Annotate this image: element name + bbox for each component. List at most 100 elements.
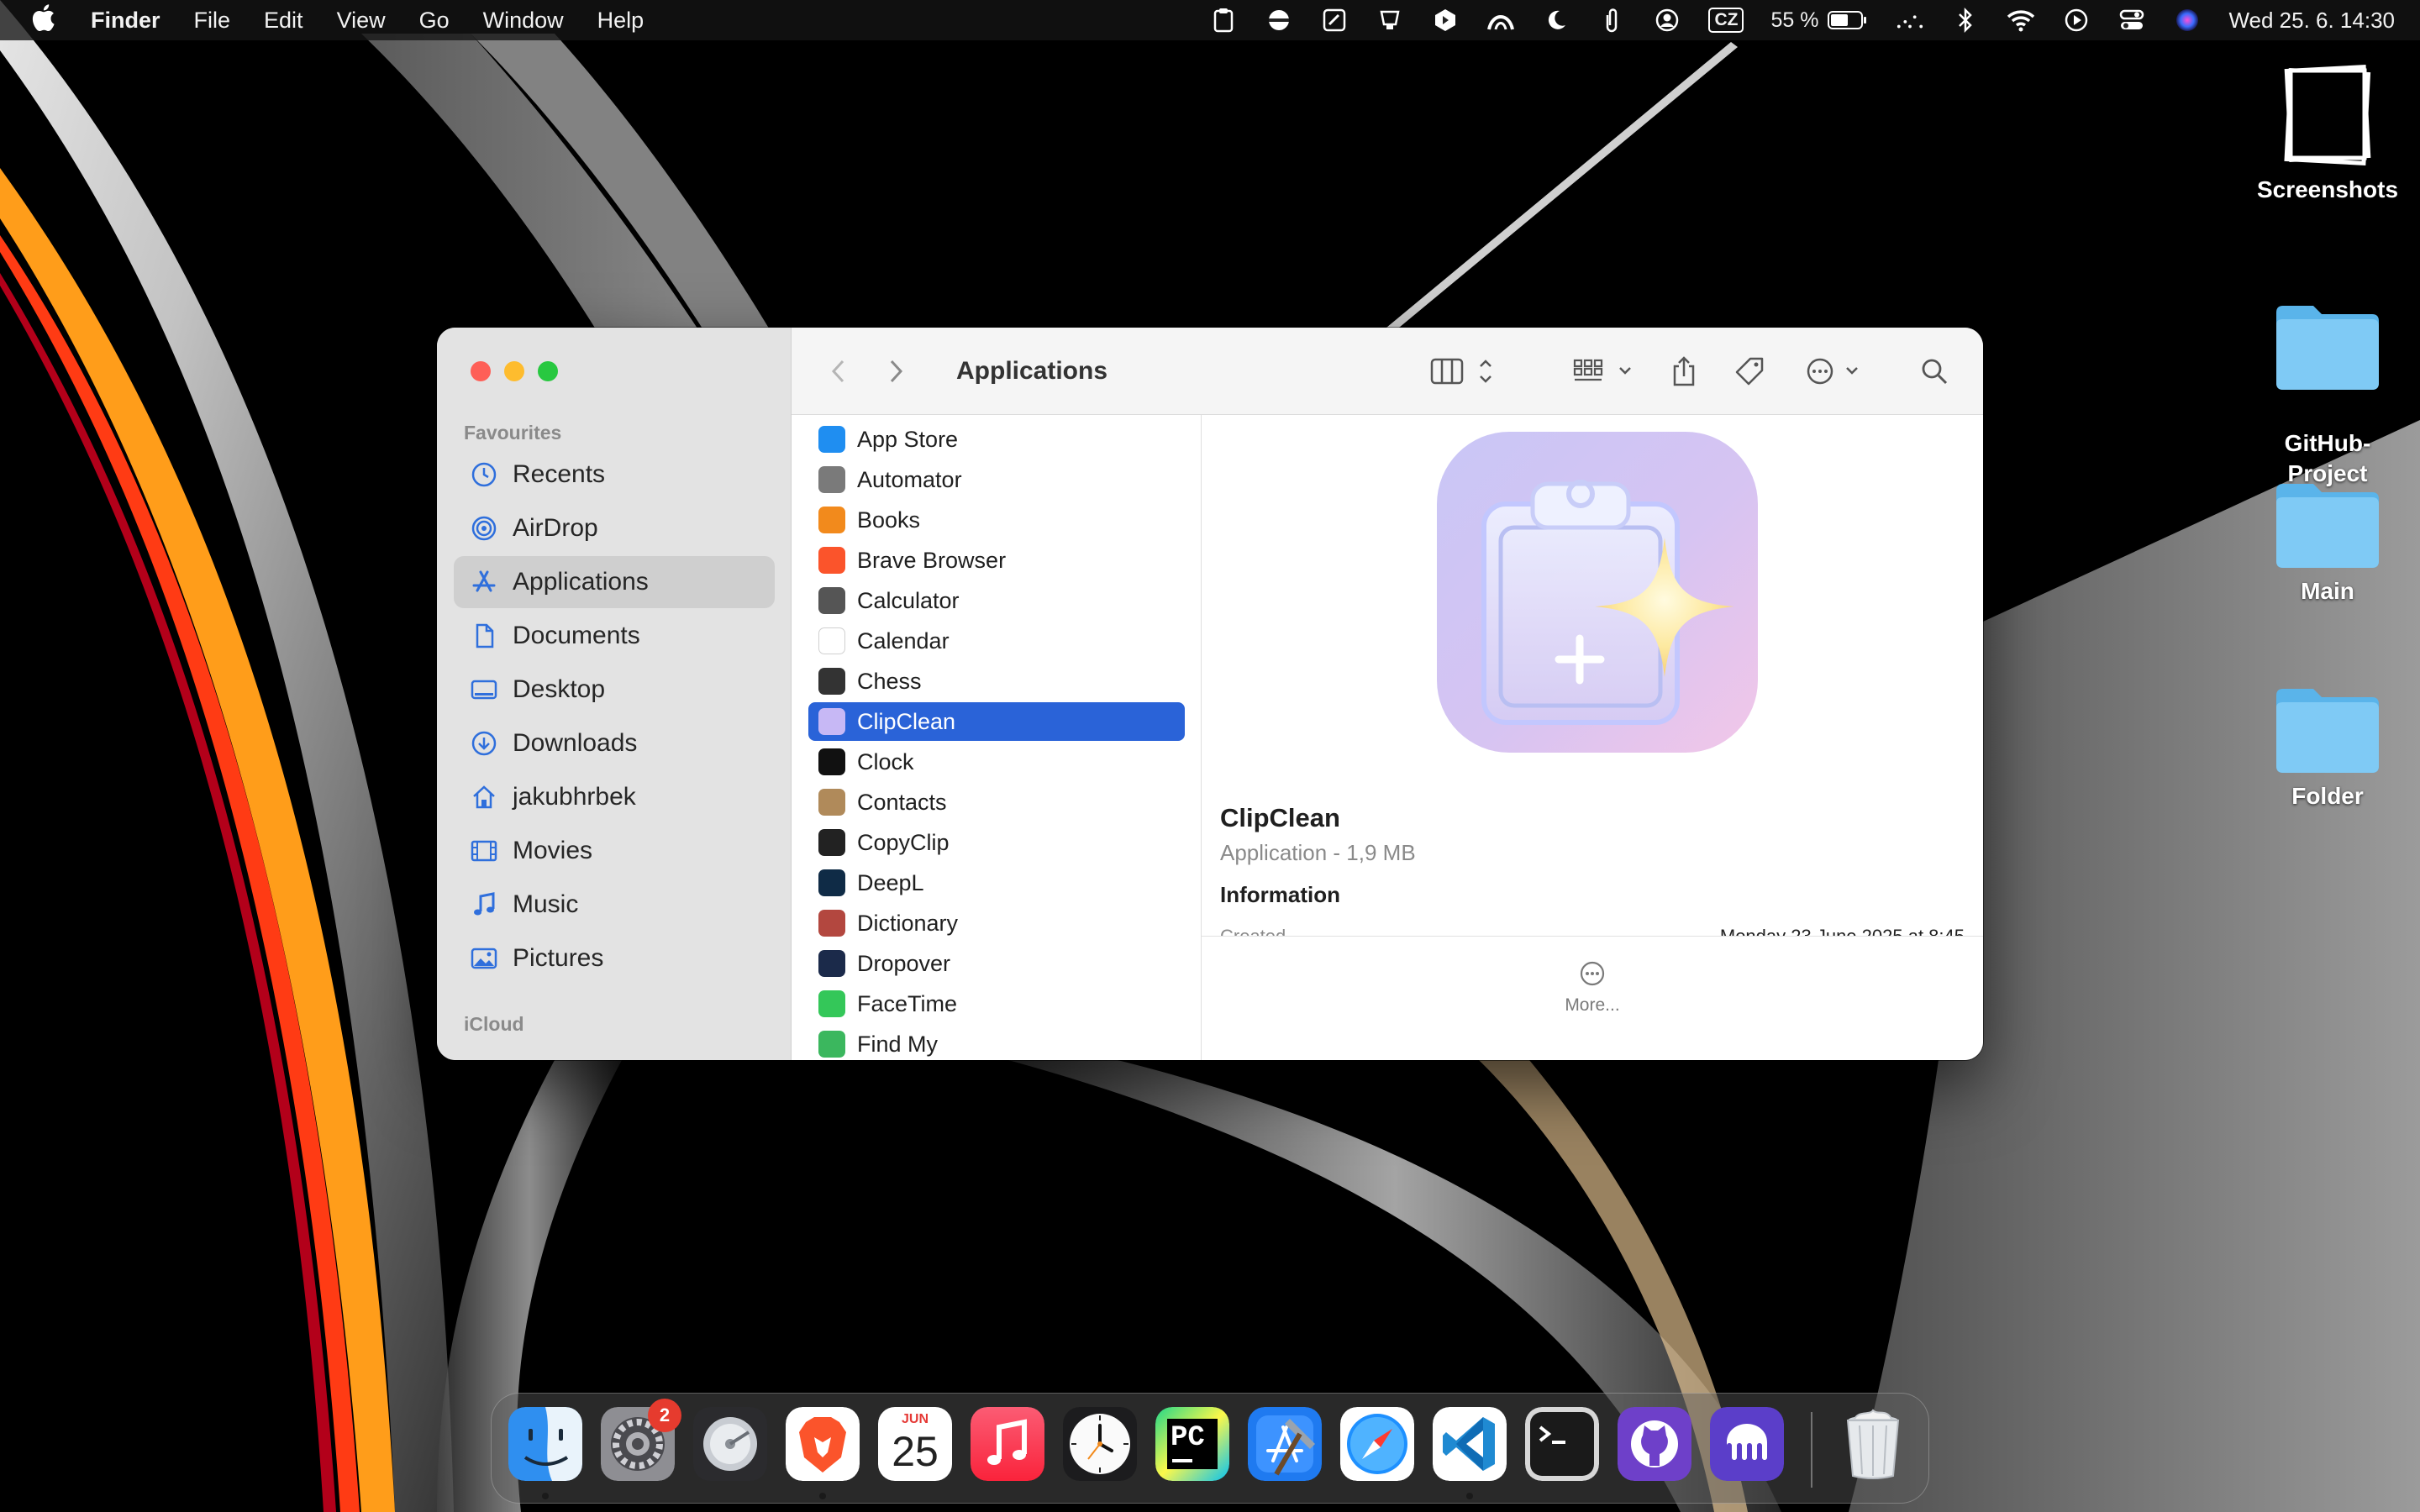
dock-clock[interactable]: [1063, 1407, 1137, 1481]
app-row-contacts[interactable]: Contacts: [808, 783, 1185, 822]
vscode-logo-icon: [1433, 1407, 1507, 1481]
battery-icon[interactable]: [1827, 6, 1869, 34]
control-center-icon[interactable]: [2118, 6, 2146, 34]
sidebar-item-applications[interactable]: Applications: [454, 556, 775, 608]
desktop-item-main[interactable]: Main: [2252, 477, 2403, 606]
dock-terminal[interactable]: [1525, 1407, 1599, 1481]
dock-kraken[interactable]: [1710, 1407, 1784, 1481]
desktop-item-screenshots[interactable]: Screenshots: [2252, 59, 2403, 205]
app-row-clipclean[interactable]: ClipClean: [808, 702, 1185, 741]
app-row-automator[interactable]: Automator: [808, 460, 1185, 499]
dock-trash[interactable]: [1836, 1407, 1910, 1481]
arch-status-icon[interactable]: [1486, 6, 1515, 34]
menu-file[interactable]: File: [194, 8, 231, 34]
apple-menu-icon[interactable]: [30, 3, 67, 38]
preview-app-name: ClipClean: [1220, 803, 1340, 832]
sidebar-item-home[interactable]: jakubhrbek: [454, 771, 775, 823]
menubar-clock[interactable]: Wed 25. 6. 14:30: [2228, 8, 2395, 34]
moon-icon[interactable]: [1542, 6, 1570, 34]
dock-finder[interactable]: [508, 1407, 582, 1481]
app-row-calendar[interactable]: Calendar: [808, 622, 1185, 660]
sidebar-item-music[interactable]: Music: [454, 879, 775, 931]
edit-image-status-icon[interactable]: [1320, 6, 1349, 34]
search-button[interactable]: [1916, 353, 1953, 390]
menu-go[interactable]: Go: [419, 8, 450, 34]
dock-music[interactable]: [971, 1407, 1044, 1481]
wifi-icon[interactable]: [2007, 6, 2035, 34]
user-circle-icon[interactable]: [1653, 6, 1681, 34]
sidebar-item-movies[interactable]: Movies: [454, 825, 775, 877]
app-row-label: Dropover: [857, 950, 951, 976]
app-row-app-store[interactable]: App Store: [808, 420, 1185, 459]
app-row-calculator[interactable]: Calculator: [808, 581, 1185, 620]
sidebar-item-desktop[interactable]: Desktop: [454, 664, 775, 716]
half-circle-status-icon[interactable]: [1265, 6, 1293, 34]
app-row-facetime[interactable]: FaceTime: [808, 984, 1185, 1023]
app-row-label: Dictionary: [857, 910, 959, 936]
dock-brave-browser[interactable]: [786, 1407, 860, 1481]
hexagon-status-icon[interactable]: [1431, 6, 1460, 34]
dock-calendar[interactable]: JUN 25: [878, 1407, 952, 1481]
dock-pycharm[interactable]: PC: [1155, 1407, 1229, 1481]
more-label: More...: [1565, 995, 1620, 1015]
app-row-deepl[interactable]: DeepL: [808, 864, 1185, 902]
siri-icon[interactable]: [2173, 6, 2202, 34]
app-row-label: Brave Browser: [857, 547, 1007, 573]
dock-github-desktop[interactable]: [1618, 1407, 1691, 1481]
back-button[interactable]: [822, 353, 855, 390]
sidebar-item-pictures[interactable]: Pictures: [454, 932, 775, 984]
more-actions-button[interactable]: [1803, 353, 1870, 390]
app-row-dropover[interactable]: Dropover: [808, 944, 1185, 983]
app-row-find-my[interactable]: Find My: [808, 1025, 1185, 1060]
desktop-item-github-project[interactable]: GitHub- Project: [2252, 269, 2403, 489]
dock-safari[interactable]: [1340, 1407, 1414, 1481]
app-row-label: Find My: [857, 1031, 939, 1057]
app-icon: [818, 426, 845, 453]
app-row-brave-browser[interactable]: Brave Browser: [808, 541, 1185, 580]
minimize-window-button[interactable]: [504, 361, 524, 381]
app-row-chess[interactable]: Chess: [808, 662, 1185, 701]
bluetooth-icon[interactable]: [1951, 6, 1980, 34]
app-icon: [818, 587, 845, 614]
dock-vscode[interactable]: [1433, 1407, 1507, 1481]
dock-xcode[interactable]: [1248, 1407, 1322, 1481]
cup-status-icon[interactable]: [1376, 6, 1404, 34]
tag-button[interactable]: [1731, 353, 1768, 390]
sidebar-item-recents[interactable]: Recents: [454, 449, 775, 501]
app-row-books[interactable]: Books: [808, 501, 1185, 539]
sidebar-item-label: Downloads: [513, 729, 638, 757]
dock-disk-utility[interactable]: [693, 1407, 767, 1481]
sidebar-item-documents[interactable]: Documents: [454, 610, 775, 662]
battery-percent[interactable]: 55 %: [1770, 8, 1818, 33]
share-button[interactable]: [1665, 353, 1702, 390]
sidebar-item-downloads[interactable]: Downloads: [454, 717, 775, 769]
menu-help[interactable]: Help: [597, 8, 644, 34]
app-row-label: Books: [857, 507, 921, 533]
menu-finder[interactable]: Finder: [91, 8, 160, 34]
paperclip-icon[interactable]: [1597, 6, 1626, 34]
menu-edit[interactable]: Edit: [264, 8, 303, 34]
film-icon: [469, 836, 499, 866]
preview-info-row: Created Monday 23 June 2025 at 8:45: [1202, 919, 1983, 936]
app-row-dictionary[interactable]: Dictionary: [808, 904, 1185, 942]
view-mode-button[interactable]: [1428, 353, 1499, 390]
menu-window[interactable]: Window: [483, 8, 564, 34]
app-row-copyclip[interactable]: CopyClip: [808, 823, 1185, 862]
app-row-clock[interactable]: Clock: [808, 743, 1185, 781]
app-row-label: App Store: [857, 426, 959, 452]
input-source-indicator[interactable]: CZ: [1708, 8, 1744, 33]
app-icon: [818, 507, 845, 533]
zoom-window-button[interactable]: [538, 361, 558, 381]
status-menus: CZ 55 % Wed 25. 6. 14:30: [1182, 0, 2395, 40]
forward-button[interactable]: [879, 353, 913, 390]
clipboard-status-icon[interactable]: [1209, 6, 1238, 34]
desktop-item-folder[interactable]: Folder: [2252, 682, 2403, 811]
more-button[interactable]: More...: [1534, 959, 1651, 1026]
group-button[interactable]: [1571, 353, 1639, 390]
dots-scatter-icon[interactable]: [1896, 6, 1924, 34]
desktop-item-label: Folder: [2291, 783, 2364, 809]
close-window-button[interactable]: [471, 361, 491, 381]
sidebar-item-airdrop[interactable]: AirDrop: [454, 502, 775, 554]
menu-view[interactable]: View: [337, 8, 386, 34]
now-playing-icon[interactable]: [2062, 6, 2091, 34]
